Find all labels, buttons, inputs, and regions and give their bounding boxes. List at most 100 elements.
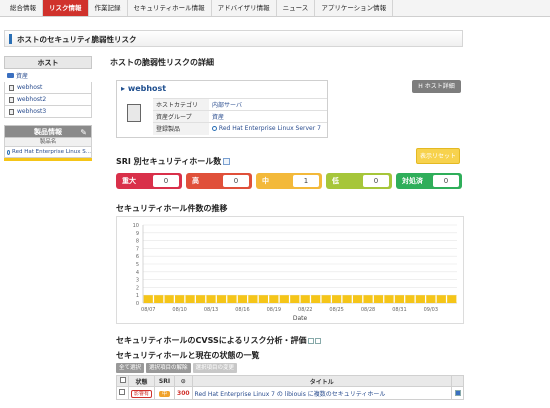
- chart-bar: [216, 295, 227, 303]
- sidebar-product-header-label: 製品情報: [34, 128, 62, 136]
- vulnlist-actions: 全て選択 選択項目の解除 選択項目の変更: [116, 363, 238, 373]
- badge-resolved[interactable]: 対処済 0: [396, 173, 462, 189]
- sidebar-host-item[interactable]: webhost2: [4, 94, 92, 106]
- chart-bar: [248, 295, 258, 303]
- select-all-button[interactable]: 全て選択: [116, 363, 145, 373]
- nav-tab-applications[interactable]: アプリケーション情報: [315, 0, 394, 16]
- detail-heading: ホストの脆弱性リスクの詳細: [110, 58, 214, 67]
- host-info-table: ホストカテゴリ 内部サーバ 資産グループ 資産 登録製品 Red Hat Enter…: [153, 98, 327, 135]
- badge-count: 0: [433, 175, 459, 187]
- sidebar-hosts: ホスト 資産 webhost webhost2 webhost3: [4, 56, 92, 118]
- chart-bar: [269, 295, 279, 303]
- info-icon[interactable]: [223, 158, 231, 165]
- host-info-value[interactable]: 内部サーバ: [209, 98, 327, 111]
- top-navigation: 総合情報 リスク情報 作業記録 セキュリティホール情報 アドバイザリ情報 ニュー…: [0, 0, 550, 17]
- badge-label: 重大: [122, 177, 136, 185]
- chart-bar: [290, 295, 300, 303]
- chart-bar: [342, 295, 352, 303]
- col-status[interactable]: 状態: [127, 375, 156, 387]
- folder-icon: [7, 73, 14, 78]
- y-tick-label: 3: [136, 278, 139, 284]
- checkbox-icon: [119, 377, 126, 383]
- chart-bar: [143, 295, 153, 303]
- y-tick-label: 4: [136, 270, 139, 276]
- change-selection-button[interactable]: 選択項目の変更: [192, 363, 238, 373]
- x-tick-label: 08/22: [298, 307, 312, 313]
- clear-selection-button[interactable]: 選択項目の解除: [146, 363, 191, 373]
- nav-tab-overview[interactable]: 総合情報: [4, 0, 43, 16]
- select-all-checkbox[interactable]: [116, 375, 129, 387]
- host-detail-icon: H: [418, 83, 423, 90]
- x-tick-label: 08/07: [141, 307, 155, 313]
- sri-tag: 中: [159, 390, 171, 397]
- server-icon: [127, 104, 141, 122]
- nav-tab-risk[interactable]: リスク情報: [43, 0, 89, 16]
- sidebar-host-item[interactable]: webhost3: [4, 106, 92, 118]
- expand-icon: [455, 390, 461, 396]
- host-info-key: 登録製品: [153, 122, 209, 135]
- badge-label: 高: [192, 177, 199, 185]
- chart-bar: [352, 295, 363, 303]
- y-tick-label: 6: [136, 254, 139, 260]
- edit-icon[interactable]: ✎: [80, 127, 87, 139]
- chart-bar: [300, 295, 310, 303]
- y-tick-label: 9: [136, 231, 139, 237]
- sidebar-group-label: 資産: [16, 73, 29, 80]
- col-title[interactable]: タイトル: [191, 375, 453, 387]
- host-info-value[interactable]: Red Hat Enterprise Linux Server 7: [209, 122, 327, 135]
- sri-heading-text: SRI 別セキュリティホール数: [116, 157, 222, 166]
- cvss-heading: セキュリティホールのCVSSによるリスク分析・評価: [116, 335, 321, 346]
- x-tick-label: 08/16: [235, 307, 249, 313]
- badge-high[interactable]: 高0: [186, 173, 252, 189]
- nav-tab-advisory[interactable]: アドバイザリ情報: [212, 0, 277, 16]
- page-title-bar: ホストのセキュリティ脆弱性リスク: [4, 30, 463, 47]
- expand-icon[interactable]: [314, 337, 321, 344]
- chart-bar: [436, 295, 446, 303]
- reset-view-button[interactable]: 表示リセット: [416, 148, 460, 164]
- host-info-value[interactable]: 資産: [209, 110, 327, 123]
- chart-bar: [175, 295, 185, 303]
- badge-label: 中: [262, 177, 269, 185]
- trend-chart: 0 1 2 3 4 5 6 7 8 9 10 08/07 08/10 08/13 08/16 08/19 08/…: [116, 216, 464, 324]
- chart-bar: [154, 295, 164, 303]
- chart-bar: [373, 295, 384, 303]
- x-tick-label: 08/31: [392, 307, 406, 313]
- row-checkbox[interactable]: [116, 386, 129, 400]
- sidebar-accent-bar: [4, 158, 92, 161]
- col-score[interactable]: ⊙: [174, 375, 193, 387]
- chart-bar: [279, 295, 289, 303]
- badge-critical[interactable]: 重大 0: [116, 173, 182, 189]
- x-tick-label: 08/10: [172, 307, 186, 313]
- title-accent: [9, 34, 12, 44]
- host-detail-button[interactable]: H ホスト詳細: [412, 80, 461, 93]
- col-sri[interactable]: SRI: [154, 375, 176, 387]
- sidebar-host-item[interactable]: webhost: [4, 82, 92, 94]
- vuln-table: 状態 SRI ⊙ タイトル 影響有 中 300 Red Hat Enterpri…: [116, 375, 464, 400]
- chart-bar: [311, 295, 321, 303]
- nav-tab-news[interactable]: ニュース: [277, 0, 316, 16]
- collapse-icon[interactable]: [307, 337, 314, 344]
- sri-badges: 重大 0 高0 中1 低0 対処済 0: [116, 173, 464, 189]
- product-value: Red Hat Enterprise Linux Server 7: [218, 125, 321, 133]
- row-title[interactable]: Red Hat Enterprise Linux 7 の libiouis に複…: [191, 386, 453, 400]
- row-sri: 中: [154, 386, 176, 400]
- chart-bar: [363, 295, 373, 303]
- chart-bar: [447, 295, 457, 303]
- product-item[interactable]: Red Hat Enterprise Linux S...: [4, 147, 92, 158]
- sidebar-group[interactable]: 資産: [4, 69, 92, 82]
- sidebar-product-header: 製品情報 ✎: [4, 125, 92, 138]
- badge-medium[interactable]: 中1: [256, 173, 322, 189]
- chart-bar: [332, 295, 342, 303]
- nav-tab-security-holes[interactable]: セキュリティホール情報: [128, 0, 212, 16]
- badge-count: 0: [363, 175, 389, 187]
- status-tag: 影響有: [131, 389, 153, 398]
- chart-bar: [164, 295, 174, 303]
- clock-icon: ⊙: [180, 377, 186, 385]
- chart-bar: [185, 295, 195, 303]
- row-expand[interactable]: [451, 386, 464, 400]
- sidebar-host-header: ホスト: [4, 56, 92, 69]
- nav-tab-worklog[interactable]: 作業記録: [89, 0, 128, 16]
- badge-low[interactable]: 低0: [326, 173, 392, 189]
- x-tick-label: 08/28: [361, 307, 375, 313]
- table-row[interactable]: 影響有 中 300 Red Hat Enterprise Linux 7 の l…: [116, 386, 464, 400]
